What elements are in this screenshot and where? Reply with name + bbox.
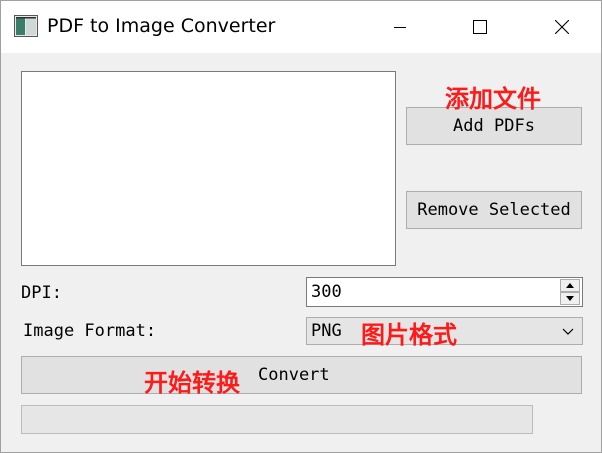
close-button[interactable] (539, 1, 585, 53)
close-icon (555, 20, 569, 34)
app-icon (14, 15, 38, 37)
image-format-value: PNG (311, 321, 342, 341)
dpi-spinbox[interactable]: 300 (306, 277, 583, 307)
image-format-select[interactable]: PNG (306, 317, 583, 345)
app-window: PDF to Image Converter Add PDFs 添加文件 Rem… (0, 0, 602, 453)
image-format-label: Image Format: (23, 321, 157, 341)
caret-up-icon (566, 283, 574, 288)
window-title: PDF to Image Converter (47, 15, 276, 37)
minimize-button[interactable] (377, 1, 423, 53)
minimize-icon (394, 27, 406, 28)
dpi-label: DPI: (21, 283, 62, 303)
dpi-decrement-button[interactable] (560, 292, 580, 305)
convert-button[interactable]: Convert (21, 356, 582, 394)
chevron-down-icon (562, 328, 574, 335)
title-bar[interactable]: PDF to Image Converter (1, 1, 601, 53)
add-pdfs-button[interactable]: Add PDFs (406, 107, 582, 145)
convert-label: Convert (258, 365, 330, 385)
remove-selected-button[interactable]: Remove Selected (406, 191, 582, 229)
caret-down-icon (566, 296, 574, 301)
maximize-icon (473, 20, 487, 34)
conversion-progress-bar (21, 405, 533, 434)
dpi-increment-button[interactable] (560, 279, 580, 292)
dpi-value: 300 (311, 282, 342, 302)
pdf-file-list[interactable] (21, 71, 396, 266)
dpi-spin-arrows (560, 279, 580, 305)
maximize-button[interactable] (457, 1, 503, 53)
